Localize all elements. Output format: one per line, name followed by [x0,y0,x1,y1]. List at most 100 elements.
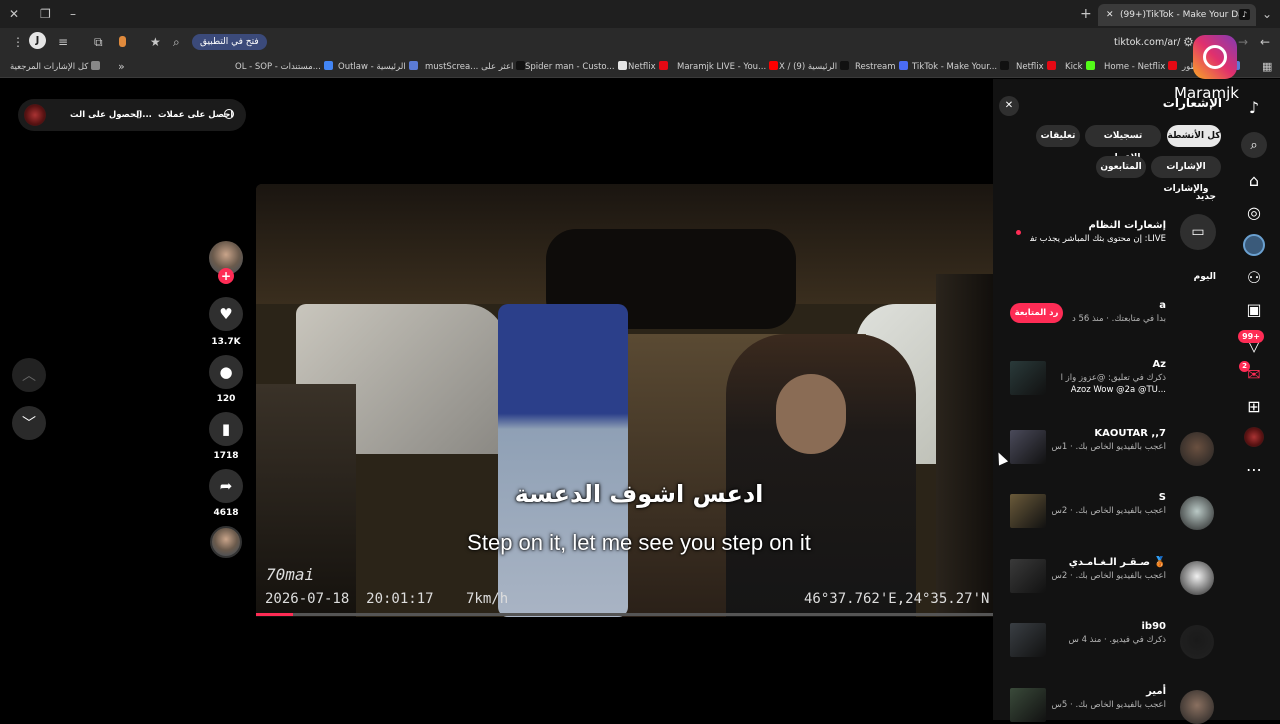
bookmark-item[interactable]: Restream [855,60,908,74]
bookmark-item[interactable]: TikTok - Make Your... [912,60,1010,74]
user-avatar[interactable] [24,104,46,126]
messages-badge: 2 [1239,361,1250,372]
bookmark-item[interactable]: Netflix [1016,60,1056,74]
bookmark-item[interactable]: كل الإشارات المرجعية [10,60,101,74]
bookmark-favicon-icon [1046,61,1056,70]
restore-window-icon[interactable]: ❐ [40,8,51,20]
profile-avatar-icon[interactable] [1244,427,1264,447]
notification-avatar[interactable] [1180,561,1214,595]
notification-avatar[interactable] [1180,432,1214,466]
minimize-window-icon[interactable]: – [70,8,76,20]
panel-close-button[interactable]: ✕ [999,96,1019,116]
notification-video-thumbnail[interactable] [1010,494,1046,528]
music-disc-avatar[interactable] [210,526,242,558]
bookmark-item[interactable]: Kick [1065,60,1095,74]
upload-icon[interactable]: ⊞ [1243,395,1265,417]
notification-video-thumbnail[interactable] [1010,559,1046,593]
driver-face [776,374,846,454]
more-icon[interactable]: ⋯ [1243,458,1265,480]
following-avatar-icon[interactable] [1243,234,1265,256]
notification-video-thumbnail[interactable] [1010,430,1046,464]
phone-icon: ▯ [136,109,142,120]
notification-video-thumbnail[interactable] [1010,688,1046,722]
notification-name[interactable]: S [1040,492,1166,503]
notification-video-thumbnail[interactable] [1010,623,1046,657]
follow-back-button[interactable]: رد المتابعة [1010,303,1063,323]
bookmark-favicon-icon [1168,61,1178,70]
home-icon[interactable]: ⌂ [1243,169,1265,191]
bookmark-item[interactable]: Spider man - Custo... [525,60,627,74]
notification-name[interactable]: أمير [1040,686,1166,697]
notification-avatar[interactable] [1180,625,1214,659]
comment-count: 120 [216,394,236,404]
close-window-icon[interactable]: ✕ [9,8,19,20]
extensions-icon[interactable]: ⧉ [94,36,103,48]
chip-mentions[interactable]: الإشارات والإشارات [1151,156,1221,194]
bookmark-favicon-icon [1000,61,1010,70]
bookmark-item[interactable]: OL - SOP - مستندات... [235,60,333,74]
profile-avatar[interactable]: J [29,32,46,49]
tab-tiktok[interactable]: ✕ (99+)TikTok - Make Your Day ♪ [1098,4,1256,26]
friends-icon[interactable]: ⚇ [1243,266,1265,288]
bookmark-item[interactable]: Maramjk LIVE - You... [677,60,779,74]
notification-name[interactable]: صـقـر الـغـامـدي 🥉 [1040,557,1166,568]
notification-text: بدأ في متابعتك. · منذ 56 د [1071,314,1166,324]
tab-menu-icon[interactable]: ⌄ [1262,8,1272,20]
chip-comments[interactable]: تعليقات [1036,125,1080,147]
browser-menu-icon[interactable]: ⋮ [12,36,24,48]
explore-icon[interactable]: ◎ [1243,201,1265,223]
back-icon[interactable]: ← [1260,36,1270,48]
bookmark-icon: ▮ [221,420,231,438]
zoom-icon[interactable]: ⌕ [173,36,180,48]
bookmark-item[interactable]: X / (9) الرئيسية [779,60,850,74]
like-count: 13.7K [211,337,241,347]
video-progress-track[interactable] [256,613,993,616]
close-tab-icon[interactable]: ✕ [1106,4,1114,26]
open-in-app-button[interactable]: فتح في التطبيق [192,34,267,50]
notification-video-thumbnail[interactable] [1010,361,1046,395]
section-new: جديد [1195,192,1216,202]
bookmark-item[interactable]: Home - Netflix [1104,60,1178,74]
url-text[interactable]: tiktok.com/ar/ [1114,37,1180,48]
new-tab-icon[interactable]: + [1080,7,1092,21]
activity-badge: 99+ [1238,330,1264,343]
right-pillar [936,274,993,617]
system-title: إشعارات النظام [1088,220,1166,231]
comment-button[interactable]: ● [209,355,243,389]
extension-icon[interactable] [119,36,126,47]
previous-video-button[interactable]: ︿ [12,358,46,392]
save-button[interactable]: ▮ [209,412,243,446]
bookmark-item[interactable]: mustScrea... اعثر على [425,60,526,74]
notification-name[interactable]: KAOUTAR ,,7 [1040,428,1166,439]
more-bookmarks-icon[interactable]: » [118,61,125,72]
tiktok-logo-icon[interactable]: ♪ [1243,96,1265,118]
bookmark-star-icon[interactable]: ★ [150,36,161,48]
live-icon[interactable]: ▣ [1243,298,1265,320]
video-progress-fill [256,613,293,616]
forward-icon[interactable]: → [1238,36,1248,48]
bookmark-favicon-icon [840,61,850,70]
unread-dot [1016,230,1021,235]
share-button[interactable]: ➦ [209,469,243,503]
bookmark-item[interactable]: Outlaw - الرئيسية [338,60,418,74]
save-count: 1718 [213,451,239,461]
notification-avatar[interactable] [1180,496,1214,530]
bookmark-item[interactable]: Netflix [628,60,668,74]
video-player[interactable]: ادعس اشوف الدعسة Step on it, let me see … [256,184,993,617]
address-bar: ⋮ J ≡ ⧉ ★ ⌕ فتح في التطبيق tiktok.com/ar… [0,28,1280,56]
notification-name[interactable]: ib90 [1040,621,1166,632]
reading-list-icon[interactable]: ≡ [58,36,68,48]
search-icon[interactable]: ⌕ [1241,132,1267,158]
apps-grid-icon[interactable]: ▦ [1262,61,1272,72]
chip-all-activity[interactable]: كل الأنشطة [1167,125,1221,147]
chip-likes[interactable]: تسجيلات الإعجاب [1085,125,1161,163]
notification-avatar[interactable] [1180,690,1214,724]
tab-title: (99+)TikTok - Make Your Day [1120,10,1250,20]
next-video-button[interactable]: ﹀ [12,406,46,440]
notification-name[interactable]: Az [1040,359,1166,370]
like-button[interactable]: ♥ [209,297,243,331]
follow-plus-button[interactable]: + [218,268,234,284]
notification-text: أعجب بالفيديو الخاص بك. · 1س [1051,442,1166,452]
chip-followers[interactable]: المتابعون [1096,156,1146,178]
get-coins-link[interactable]: احصل على عملات [158,110,233,120]
